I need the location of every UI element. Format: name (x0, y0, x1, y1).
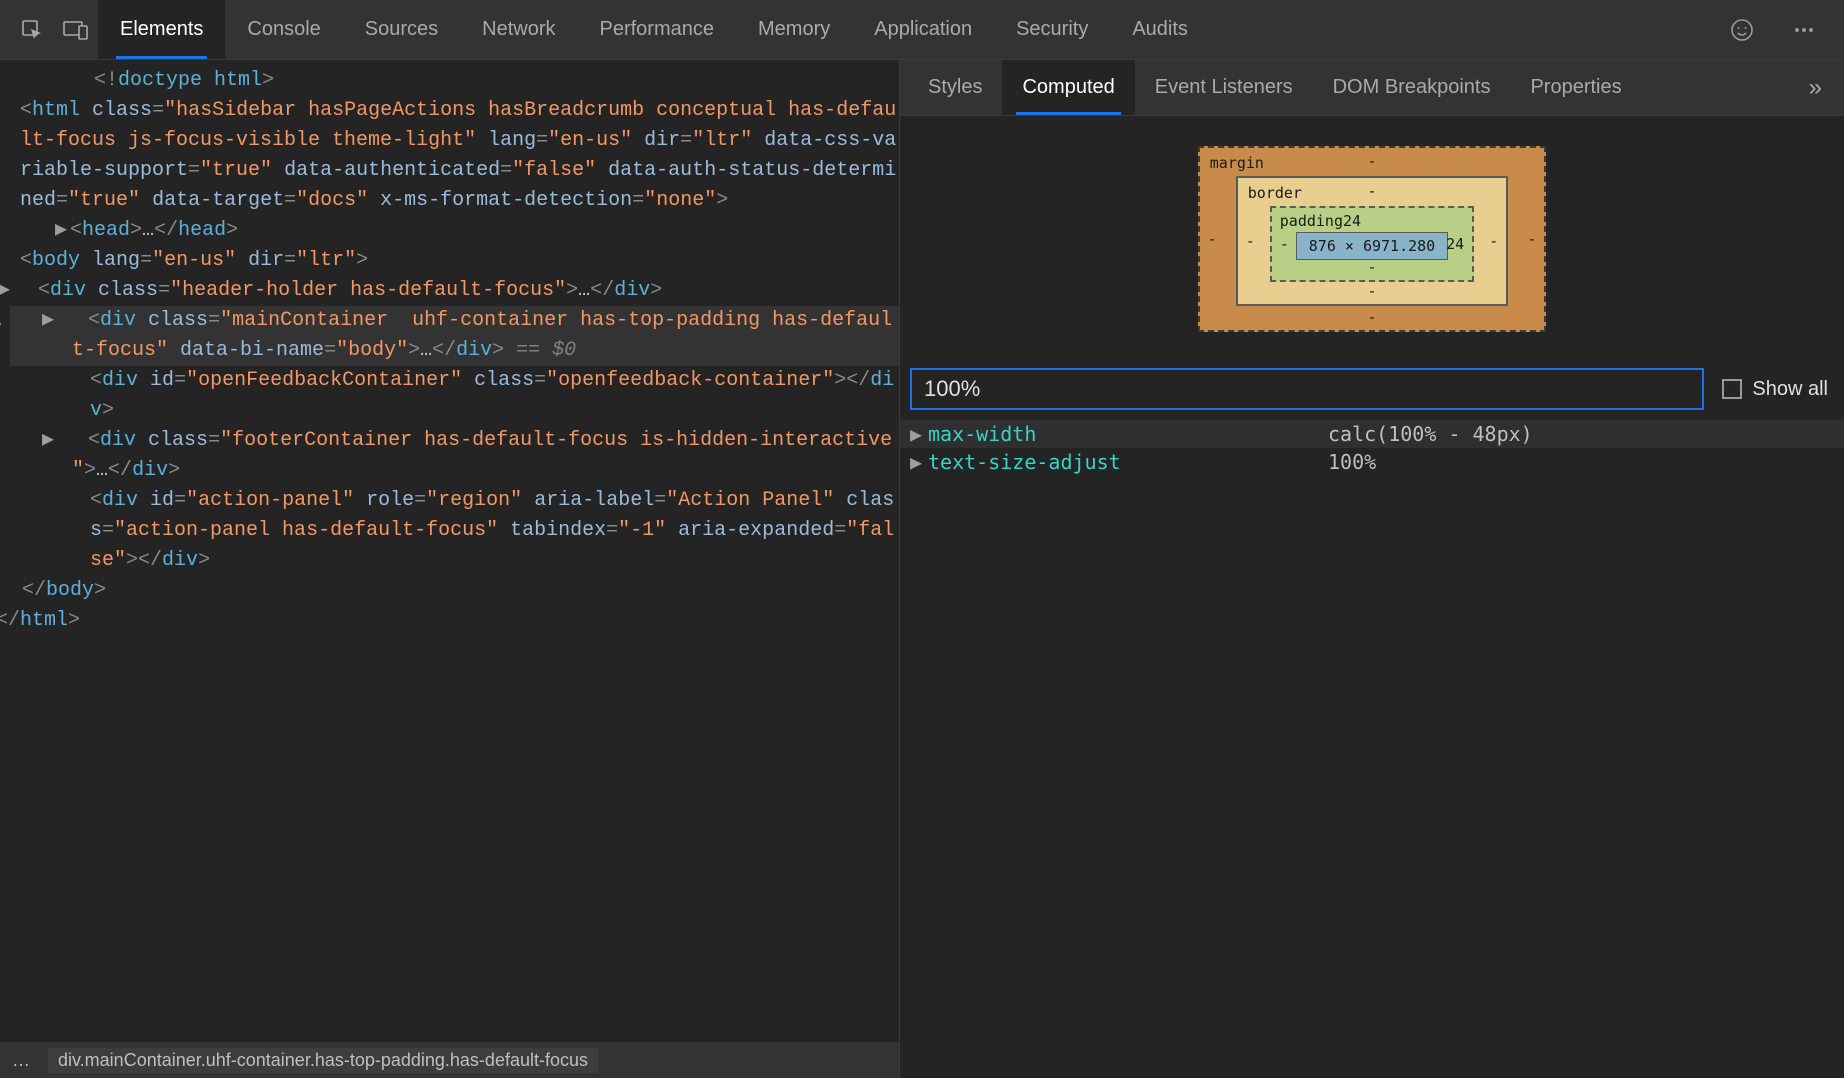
dom-node[interactable]: </html> (10, 606, 899, 636)
dom-node[interactable]: </body> (10, 576, 899, 606)
dom-node[interactable]: ▶<div class="header-holder has-default-f… (10, 276, 899, 306)
device-toolbar-icon[interactable] (54, 8, 98, 52)
top-tab-memory[interactable]: Memory (736, 0, 852, 59)
checkbox-icon (1722, 379, 1742, 399)
sidebar-tab-properties[interactable]: Properties (1510, 60, 1641, 115)
dom-node[interactable]: ▶<head>…</head> (10, 216, 899, 246)
inspect-element-icon[interactable] (10, 8, 54, 52)
breadcrumb-item[interactable]: div.mainContainer.uhf-container.has-top-… (48, 1048, 598, 1073)
computed-property-row[interactable]: ▶text-size-adjust100% (900, 448, 1844, 476)
expand-triangle-icon[interactable]: ▶ (54, 216, 68, 246)
expand-triangle-icon: ▶ (910, 422, 928, 446)
sidebar-tab-computed[interactable]: Computed (1002, 60, 1134, 115)
top-tab-elements[interactable]: Elements (98, 0, 225, 59)
styles-sidebar-tabs: StylesComputedEvent ListenersDOM Breakpo… (900, 60, 1844, 116)
sidebar-tab-event-listeners[interactable]: Event Listeners (1135, 60, 1313, 115)
expand-triangle-icon: ▶ (910, 450, 928, 474)
dom-node[interactable]: <div id="action-panel" role="region" ari… (10, 486, 899, 576)
dom-node[interactable]: <div id="openFeedbackContainer" class="o… (10, 366, 899, 426)
breadcrumb-overflow[interactable]: … (12, 1050, 30, 1071)
collapse-triangle-icon[interactable]: ▼ (4, 246, 18, 276)
box-model-padding[interactable]: padding24 24 - - 876 × 6971.280 (1270, 206, 1474, 282)
box-model-content[interactable]: 876 × 6971.280 (1296, 232, 1448, 260)
top-tab-application[interactable]: Application (852, 0, 994, 59)
property-name: max-width (928, 422, 1328, 446)
more-menu-icon[interactable] (1782, 8, 1826, 52)
top-tab-security[interactable]: Security (994, 0, 1110, 59)
top-tab-console[interactable]: Console (225, 0, 342, 59)
expand-triangle-icon[interactable]: ▶ (22, 276, 36, 306)
property-name: text-size-adjust (928, 450, 1328, 474)
property-value: 100% (1328, 450, 1376, 474)
sidebar-tabs-overflow-icon[interactable]: » (1787, 74, 1844, 102)
sidebar-tab-dom-breakpoints[interactable]: DOM Breakpoints (1313, 60, 1511, 115)
dom-tree[interactable]: ▶<!doctype html><html class="hasSidebar … (0, 60, 899, 1042)
top-tab-sources[interactable]: Sources (343, 0, 460, 59)
dom-node-selected[interactable]: …▶<div class="mainContainer uhf-containe… (10, 306, 899, 366)
property-value: calc(100% - 48px) (1328, 422, 1533, 446)
feedback-smiley-icon[interactable] (1720, 8, 1764, 52)
dom-node[interactable]: ▶<!doctype html> (10, 66, 899, 96)
top-tab-performance[interactable]: Performance (578, 0, 737, 59)
top-tab-network[interactable]: Network (460, 0, 577, 59)
dom-node[interactable]: ▶<div class="footerContainer has-default… (10, 426, 899, 486)
dom-node[interactable]: <html class="hasSidebar hasPageActions h… (10, 96, 899, 216)
box-model-margin[interactable]: margin - - - - border - - - - padding2 (1198, 146, 1546, 332)
top-tab-audits[interactable]: Audits (1110, 0, 1210, 59)
box-model-diagram: margin - - - - border - - - - padding2 (900, 116, 1844, 362)
computed-filter-input[interactable] (910, 368, 1704, 410)
computed-properties-list: ▶max-widthcalc(100% - 48px)▶text-size-ad… (900, 416, 1844, 480)
sidebar-tab-styles[interactable]: Styles (908, 60, 1002, 115)
dom-node[interactable]: ▼<body lang="en-us" dir="ltr"> (10, 246, 899, 276)
box-model-border[interactable]: border - - - - padding24 24 - - 876 × 69… (1236, 176, 1508, 306)
dom-breadcrumb[interactable]: … div.mainContainer.uhf-container.has-to… (0, 1042, 899, 1078)
expand-triangle-icon[interactable]: ▶ (72, 306, 86, 336)
show-all-checkbox[interactable]: Show all (1722, 378, 1828, 401)
expand-triangle-icon[interactable]: ▶ (72, 426, 86, 456)
computed-property-row[interactable]: ▶max-widthcalc(100% - 48px) (900, 420, 1844, 448)
devtools-top-tabbar: ElementsConsoleSourcesNetworkPerformance… (0, 0, 1844, 60)
